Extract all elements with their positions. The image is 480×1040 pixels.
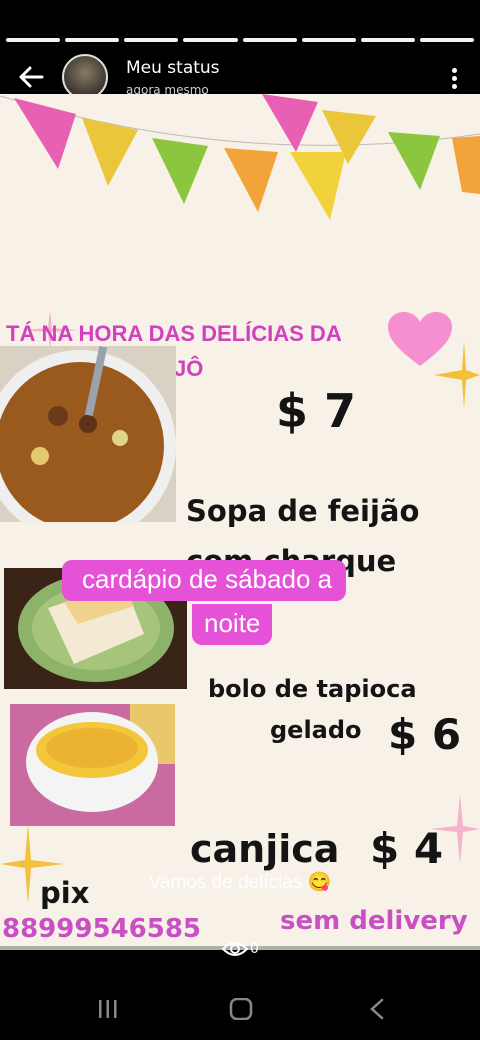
canjica-photo [10, 704, 175, 826]
progress-segment [65, 38, 120, 42]
back-arrow-icon[interactable] [14, 60, 48, 94]
progress-segment [6, 38, 61, 42]
system-navigation-bar [0, 980, 480, 1040]
status-title[interactable]: Meu status [126, 58, 220, 78]
item-soup-line-1: Sopa de feijão [186, 494, 420, 528]
back-nav-icon[interactable] [366, 998, 390, 1020]
story-progress-bar [6, 38, 474, 42]
eye-icon [222, 942, 248, 956]
price-canjica: $ 4 [370, 824, 444, 873]
home-icon[interactable] [229, 998, 253, 1020]
status-story-image[interactable]: TÁ NA HORA DAS DELÍCIAS DA JÔ $ 7 Sopa d… [0, 94, 480, 950]
progress-segment [183, 38, 238, 42]
price-soup: $ 7 [276, 384, 357, 438]
phone-number: 88999546585 [2, 914, 201, 944]
progress-segment [360, 38, 415, 42]
price-cake: $ 6 [388, 710, 462, 759]
progress-segment [124, 38, 179, 42]
soup-photo [0, 346, 176, 522]
overlay-line-2: noite [192, 604, 273, 645]
more-options-icon[interactable] [452, 68, 458, 90]
status-caption: Vamos de delícias 😋 [148, 872, 332, 893]
heart-icon [388, 312, 452, 366]
progress-segment [419, 38, 474, 42]
views-count: 0 [250, 941, 259, 957]
item-cake-line-1: bolo de tapioca [208, 675, 417, 703]
bunting-decoration [0, 94, 480, 220]
progress-segment [301, 38, 356, 42]
delivery-note: sem delivery [280, 906, 468, 936]
recent-apps-icon[interactable] [96, 998, 120, 1020]
progress-segment [242, 38, 297, 42]
overlay-line-1: cardápio de sábado a [62, 560, 347, 601]
views-indicator[interactable]: 0 [222, 940, 259, 958]
item-cake-line-2: gelado [270, 716, 362, 744]
item-canjica-name: canjica [190, 827, 340, 871]
